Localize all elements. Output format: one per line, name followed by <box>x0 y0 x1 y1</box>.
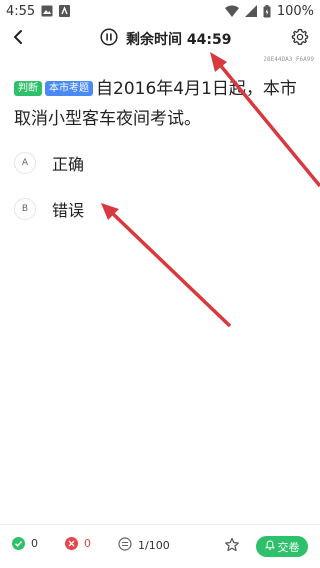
battery-percent: 100% <box>276 3 314 19</box>
settings-button[interactable] <box>288 26 312 52</box>
status-time: 4:55 <box>6 3 36 19</box>
question-id: 28E44DA3_F6A99 <box>263 56 314 63</box>
question-progress: 1/100 <box>138 539 170 552</box>
star-icon <box>224 537 240 556</box>
option-b-letter: B <box>14 198 36 220</box>
gear-icon <box>291 28 309 50</box>
bell-icon <box>264 540 275 553</box>
timer-label: 剩余时间 44:59 <box>126 32 232 48</box>
local-question-tag: 本市考题 <box>45 81 93 96</box>
back-button[interactable] <box>6 26 30 52</box>
correct-count: 0 <box>31 537 38 550</box>
chevron-left-icon <box>12 29 24 49</box>
battery-icon <box>263 4 271 18</box>
option-b-text: 错误 <box>52 201 85 220</box>
app-notification-icon <box>59 5 71 17</box>
option-a-text: 正确 <box>52 155 85 174</box>
check-circle-icon <box>12 537 25 550</box>
x-circle-icon <box>65 537 78 550</box>
correct-count-button[interactable]: 0 <box>12 537 38 550</box>
question-stem: 判断 本市考题 自2016年4月1日起，本市取消小型客车夜间考试。 <box>14 74 310 134</box>
status-bar: 4:55 100% <box>0 0 320 22</box>
exam-header: 剩余时间 44:59 <box>0 26 320 52</box>
question-type-tag: 判断 <box>14 81 42 96</box>
pause-button[interactable] <box>100 28 118 50</box>
favorite-button[interactable] <box>224 537 240 556</box>
arrow-to-option-b <box>101 203 232 328</box>
wifi-icon <box>224 5 239 17</box>
answer-sheet-button[interactable]: 1/100 <box>118 537 170 554</box>
submit-label: 交卷 <box>277 540 300 554</box>
bottom-toolbar: 0 0 1/100 交卷 <box>0 524 320 568</box>
image-icon <box>41 5 53 17</box>
signal-icon <box>244 5 257 17</box>
wrong-count-button[interactable]: 0 <box>65 537 91 550</box>
timer-area: 剩余时间 44:59 <box>100 26 240 52</box>
list-circle-icon <box>118 537 132 554</box>
submit-exam-button[interactable]: 交卷 <box>256 536 308 557</box>
option-b[interactable]: B 错误 <box>14 196 84 222</box>
option-a-letter: A <box>14 152 36 174</box>
pause-icon <box>100 28 118 50</box>
option-a[interactable]: A 正确 <box>14 150 84 176</box>
wrong-count: 0 <box>84 537 91 550</box>
